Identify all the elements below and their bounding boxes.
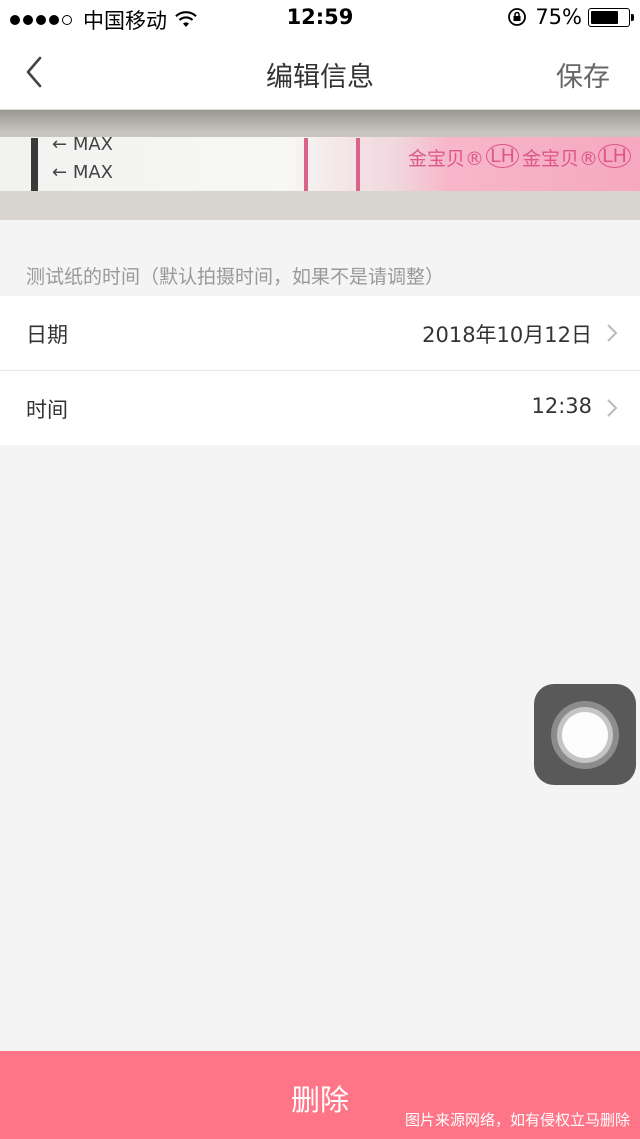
status-right: 75% [507,5,634,29]
battery-icon [588,7,634,27]
status-bar: 中国移动 12:59 75% [0,0,640,36]
lh-mark: LH [598,144,631,168]
time-label: 时间 [26,398,68,422]
test-strip-photo[interactable]: ← MAX ← MAX 金宝贝® LH 金宝贝® LH [0,110,640,220]
watermark: 图片来源网络，如有侵权立马删除 [404,1111,630,1129]
chevron-right-icon [607,399,618,417]
page-title: 编辑信息 [266,62,374,93]
strip-max-line [31,138,38,192]
assistive-touch-button[interactable] [534,684,636,785]
brand-text: 金宝贝® [408,148,485,170]
section-note: 测试纸的时间（默认拍摄时间，如果不是请调整） [26,266,445,288]
control-line [304,138,308,192]
date-label: 日期 [26,323,68,347]
assistive-touch-center [562,712,608,758]
date-value: 2018年10月12日 [422,323,592,347]
rotation-lock-icon [508,8,527,26]
battery-fill [591,10,618,24]
date-row[interactable]: 日期 2018年10月12日 [0,296,640,371]
battery-percent: 75% [535,5,582,29]
time-value: 12:38 [531,394,592,418]
chevron-right-icon [607,324,618,342]
lh-mark: LH [486,144,519,168]
max-label: ← MAX [52,134,113,155]
time-row[interactable]: 时间 12:38 [0,371,640,445]
photo-background [0,191,640,220]
test-line [356,138,360,192]
save-button[interactable]: 保存 [556,55,610,94]
brand-text: 金宝贝® [522,148,599,170]
max-label: ← MAX [52,162,113,183]
delete-button[interactable]: 删除 图片来源网络，如有侵权立马删除 [0,1051,640,1139]
nav-bar: 编辑信息 保存 [0,36,640,110]
